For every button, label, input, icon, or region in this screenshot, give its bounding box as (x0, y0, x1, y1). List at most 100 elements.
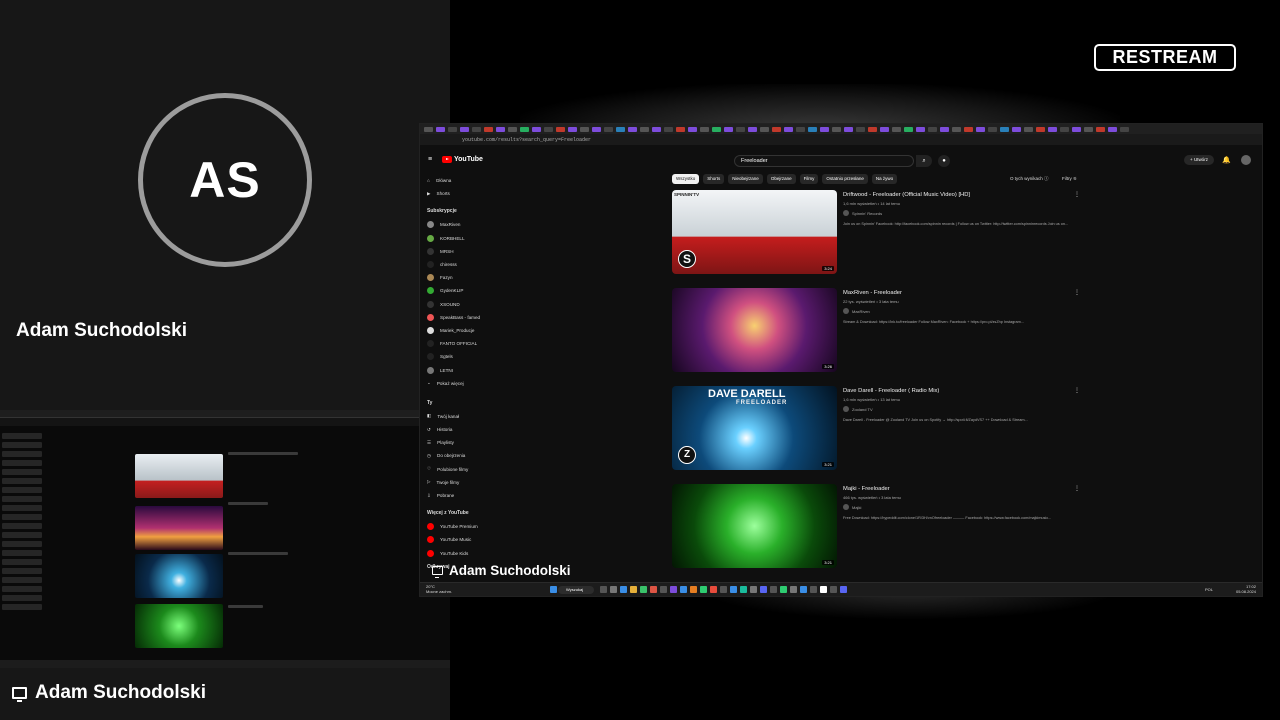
taskbar-clock[interactable]: 17:02 05.08.2024 (1236, 584, 1256, 594)
taskbar-app-icon[interactable] (630, 586, 637, 593)
taskbar-app-icon[interactable] (780, 586, 787, 593)
taskbar-app-icon[interactable] (600, 586, 607, 593)
video-channel[interactable]: Spinnin' Records (843, 210, 882, 216)
taskbar-app-icon[interactable] (760, 586, 767, 593)
taskbar-app-icon[interactable] (840, 586, 847, 593)
video-thumbnail[interactable]: 3:21 (672, 484, 837, 568)
chip-live[interactable]: Na żywo (871, 174, 898, 184)
sidebar-more-item[interactable]: YouTube Premium (420, 520, 510, 533)
menu-icon[interactable]: ≡ (428, 156, 432, 163)
taskbar-search[interactable]: Wyszukaj (558, 586, 594, 594)
video-channel[interactable]: MaxRiven (843, 308, 870, 314)
taskbar-app-icon[interactable] (620, 586, 627, 593)
more-options-icon[interactable]: ⋮ (1074, 289, 1080, 296)
taskbar-app-icon[interactable] (660, 586, 667, 593)
video-result[interactable]: DAVE DARELL FREELOADER Z 3:21 Dave Darel… (672, 386, 1088, 478)
user-avatar[interactable] (1241, 155, 1251, 165)
taskbar-app-icon[interactable] (720, 586, 727, 593)
search-button[interactable]: ⌕ (916, 155, 932, 167)
taskbar-app-icon[interactable] (740, 586, 747, 593)
chip-recent[interactable]: Ostatnio przesłane (822, 174, 868, 184)
sidebar-item-shorts[interactable]: ▶ Shorts (420, 187, 510, 200)
filters-button[interactable]: Filtry ⚟ (1062, 176, 1077, 182)
more-options-icon[interactable]: ⋮ (1074, 191, 1080, 198)
sidebar-sub[interactable]: Fazyn (420, 271, 510, 284)
browser-tab-strip[interactable] (420, 124, 1262, 134)
sidebar-you-item[interactable]: ◧ Twój kanał (420, 410, 510, 423)
sidebar-sub[interactable]: MRSH (420, 245, 510, 258)
chip-watched[interactable]: Obejrzane (766, 174, 796, 184)
video-channel[interactable]: Zooland TV (843, 406, 873, 412)
spinnin-logo-icon: S (678, 250, 696, 268)
taskbar-app-icon[interactable] (690, 586, 697, 593)
taskbar-app-icon[interactable] (810, 586, 817, 593)
taskbar-app-icon[interactable] (670, 586, 677, 593)
sidebar-more-item[interactable]: YouTube Kids (420, 547, 510, 560)
taskbar-app-icon[interactable] (800, 586, 807, 593)
video-channel[interactable]: Majki (843, 504, 861, 510)
weather-widget[interactable]: 20°C Mocne zachm. (426, 584, 452, 594)
taskbar-app-icon[interactable] (730, 586, 737, 593)
about-results[interactable]: O tych wynikach ⓘ (1010, 176, 1049, 182)
sidebar-show-more[interactable]: ⌄ Pokaż więcej (420, 377, 510, 390)
more-options-icon[interactable]: ⋮ (1074, 387, 1080, 394)
sidebar-sub[interactable]: FANTO OFFICIAL (420, 337, 510, 350)
sidebar-you-item[interactable]: ▷ Twoje filmy (420, 476, 510, 489)
sidebar-sub[interactable]: Mariek_Producje (420, 324, 510, 337)
browser-address-bar[interactable]: youtube.com/results?search_query=Freeloa… (420, 134, 1262, 145)
sidebar-sub[interactable]: LETNI (420, 363, 510, 376)
taskbar-app-icon[interactable] (750, 586, 757, 593)
subscriptions-header[interactable]: Subskrypcje (420, 204, 510, 218)
search-input[interactable]: Freeloader (734, 155, 914, 167)
sidebar-you-item[interactable]: ◷ Do obejrzenia (420, 449, 510, 462)
taskbar-app-icon[interactable] (640, 586, 647, 593)
taskbar-app-icon[interactable] (820, 586, 827, 593)
you-header[interactable]: Ty (420, 396, 510, 410)
screen-share-thumbnail[interactable] (0, 410, 450, 668)
language-indicator[interactable]: POL (1205, 587, 1213, 592)
video-result[interactable]: 3:21 Majki - Freeloader 466 tys. wyświet… (672, 484, 1088, 576)
taskbar-app-icon[interactable] (830, 586, 837, 593)
video-result[interactable]: SPINNIN'TV S 3:24 Driftwood - Freeloader… (672, 190, 1088, 282)
sidebar-you-item[interactable]: ⇩ Pobrane (420, 489, 510, 502)
sidebar-item-home[interactable]: ⌂ Główna (420, 174, 510, 187)
video-thumbnail[interactable]: DAVE DARELL FREELOADER Z 3:21 (672, 386, 837, 470)
taskbar-app-icon[interactable] (650, 586, 657, 593)
taskbar-app-icon[interactable] (680, 586, 687, 593)
video-title[interactable]: Driftwood - Freeloader (Official Music V… (843, 192, 970, 198)
video-thumbnail[interactable]: 3:26 (672, 288, 837, 372)
sidebar-sub[interactable]: Sgtels (420, 350, 510, 363)
sidebar-sub[interactable]: GydenKLIP (420, 284, 510, 297)
windows-start-icon[interactable] (550, 586, 557, 593)
youtube-logo[interactable]: YouTube (442, 156, 483, 163)
taskbar-app-icon[interactable] (610, 586, 617, 593)
chip-shorts[interactable]: Shorts (703, 174, 725, 184)
chip-videos[interactable]: Filmy (799, 174, 819, 184)
video-thumbnail[interactable]: SPINNIN'TV S 3:24 (672, 190, 837, 274)
video-title[interactable]: Dave Darell - Freeloader ( Radio Mix) (843, 388, 939, 394)
sidebar-more-item[interactable]: YouTube Music (420, 533, 510, 546)
taskbar-app-icon[interactable] (700, 586, 707, 593)
sidebar-you-item[interactable]: ☰ Playlisty (420, 436, 510, 449)
create-button[interactable]: + Utwórz (1184, 155, 1214, 165)
taskbar-app-icon[interactable] (710, 586, 717, 593)
video-title[interactable]: MaxRiven - Freeloader (843, 290, 902, 296)
chip-unwatched[interactable]: Nieobejrzane (728, 174, 763, 184)
more-options-icon[interactable]: ⋮ (1074, 485, 1080, 492)
sidebar-sub[interactable]: MaxRiven (420, 218, 510, 231)
bell-icon[interactable]: 🔔 (1222, 156, 1231, 164)
chip-all[interactable]: Wszystko (672, 174, 700, 184)
url-text[interactable]: youtube.com/results?search_query=Freeloa… (462, 137, 591, 143)
sidebar-sub[interactable]: chiresss (420, 258, 510, 271)
sidebar-sub[interactable]: SpeakBass - famed (420, 311, 510, 324)
taskbar-app-icon[interactable] (770, 586, 777, 593)
sidebar-sub[interactable]: KORBHELL (420, 232, 510, 245)
sidebar-sub[interactable]: XSOUND (420, 298, 510, 311)
sidebar-you-item[interactable]: ♡ Polubione filmy (420, 463, 510, 476)
mic-icon[interactable]: ● (938, 155, 950, 167)
taskbar-app-icon[interactable] (790, 586, 797, 593)
sidebar-you-item[interactable]: ↺ Historia (420, 423, 510, 436)
video-title[interactable]: Majki - Freeloader (843, 486, 890, 492)
shared-screen[interactable]: youtube.com/results?search_query=Freeloa… (419, 123, 1263, 597)
video-result[interactable]: 3:26 MaxRiven - Freeloader 22 tys. wyświ… (672, 288, 1088, 380)
